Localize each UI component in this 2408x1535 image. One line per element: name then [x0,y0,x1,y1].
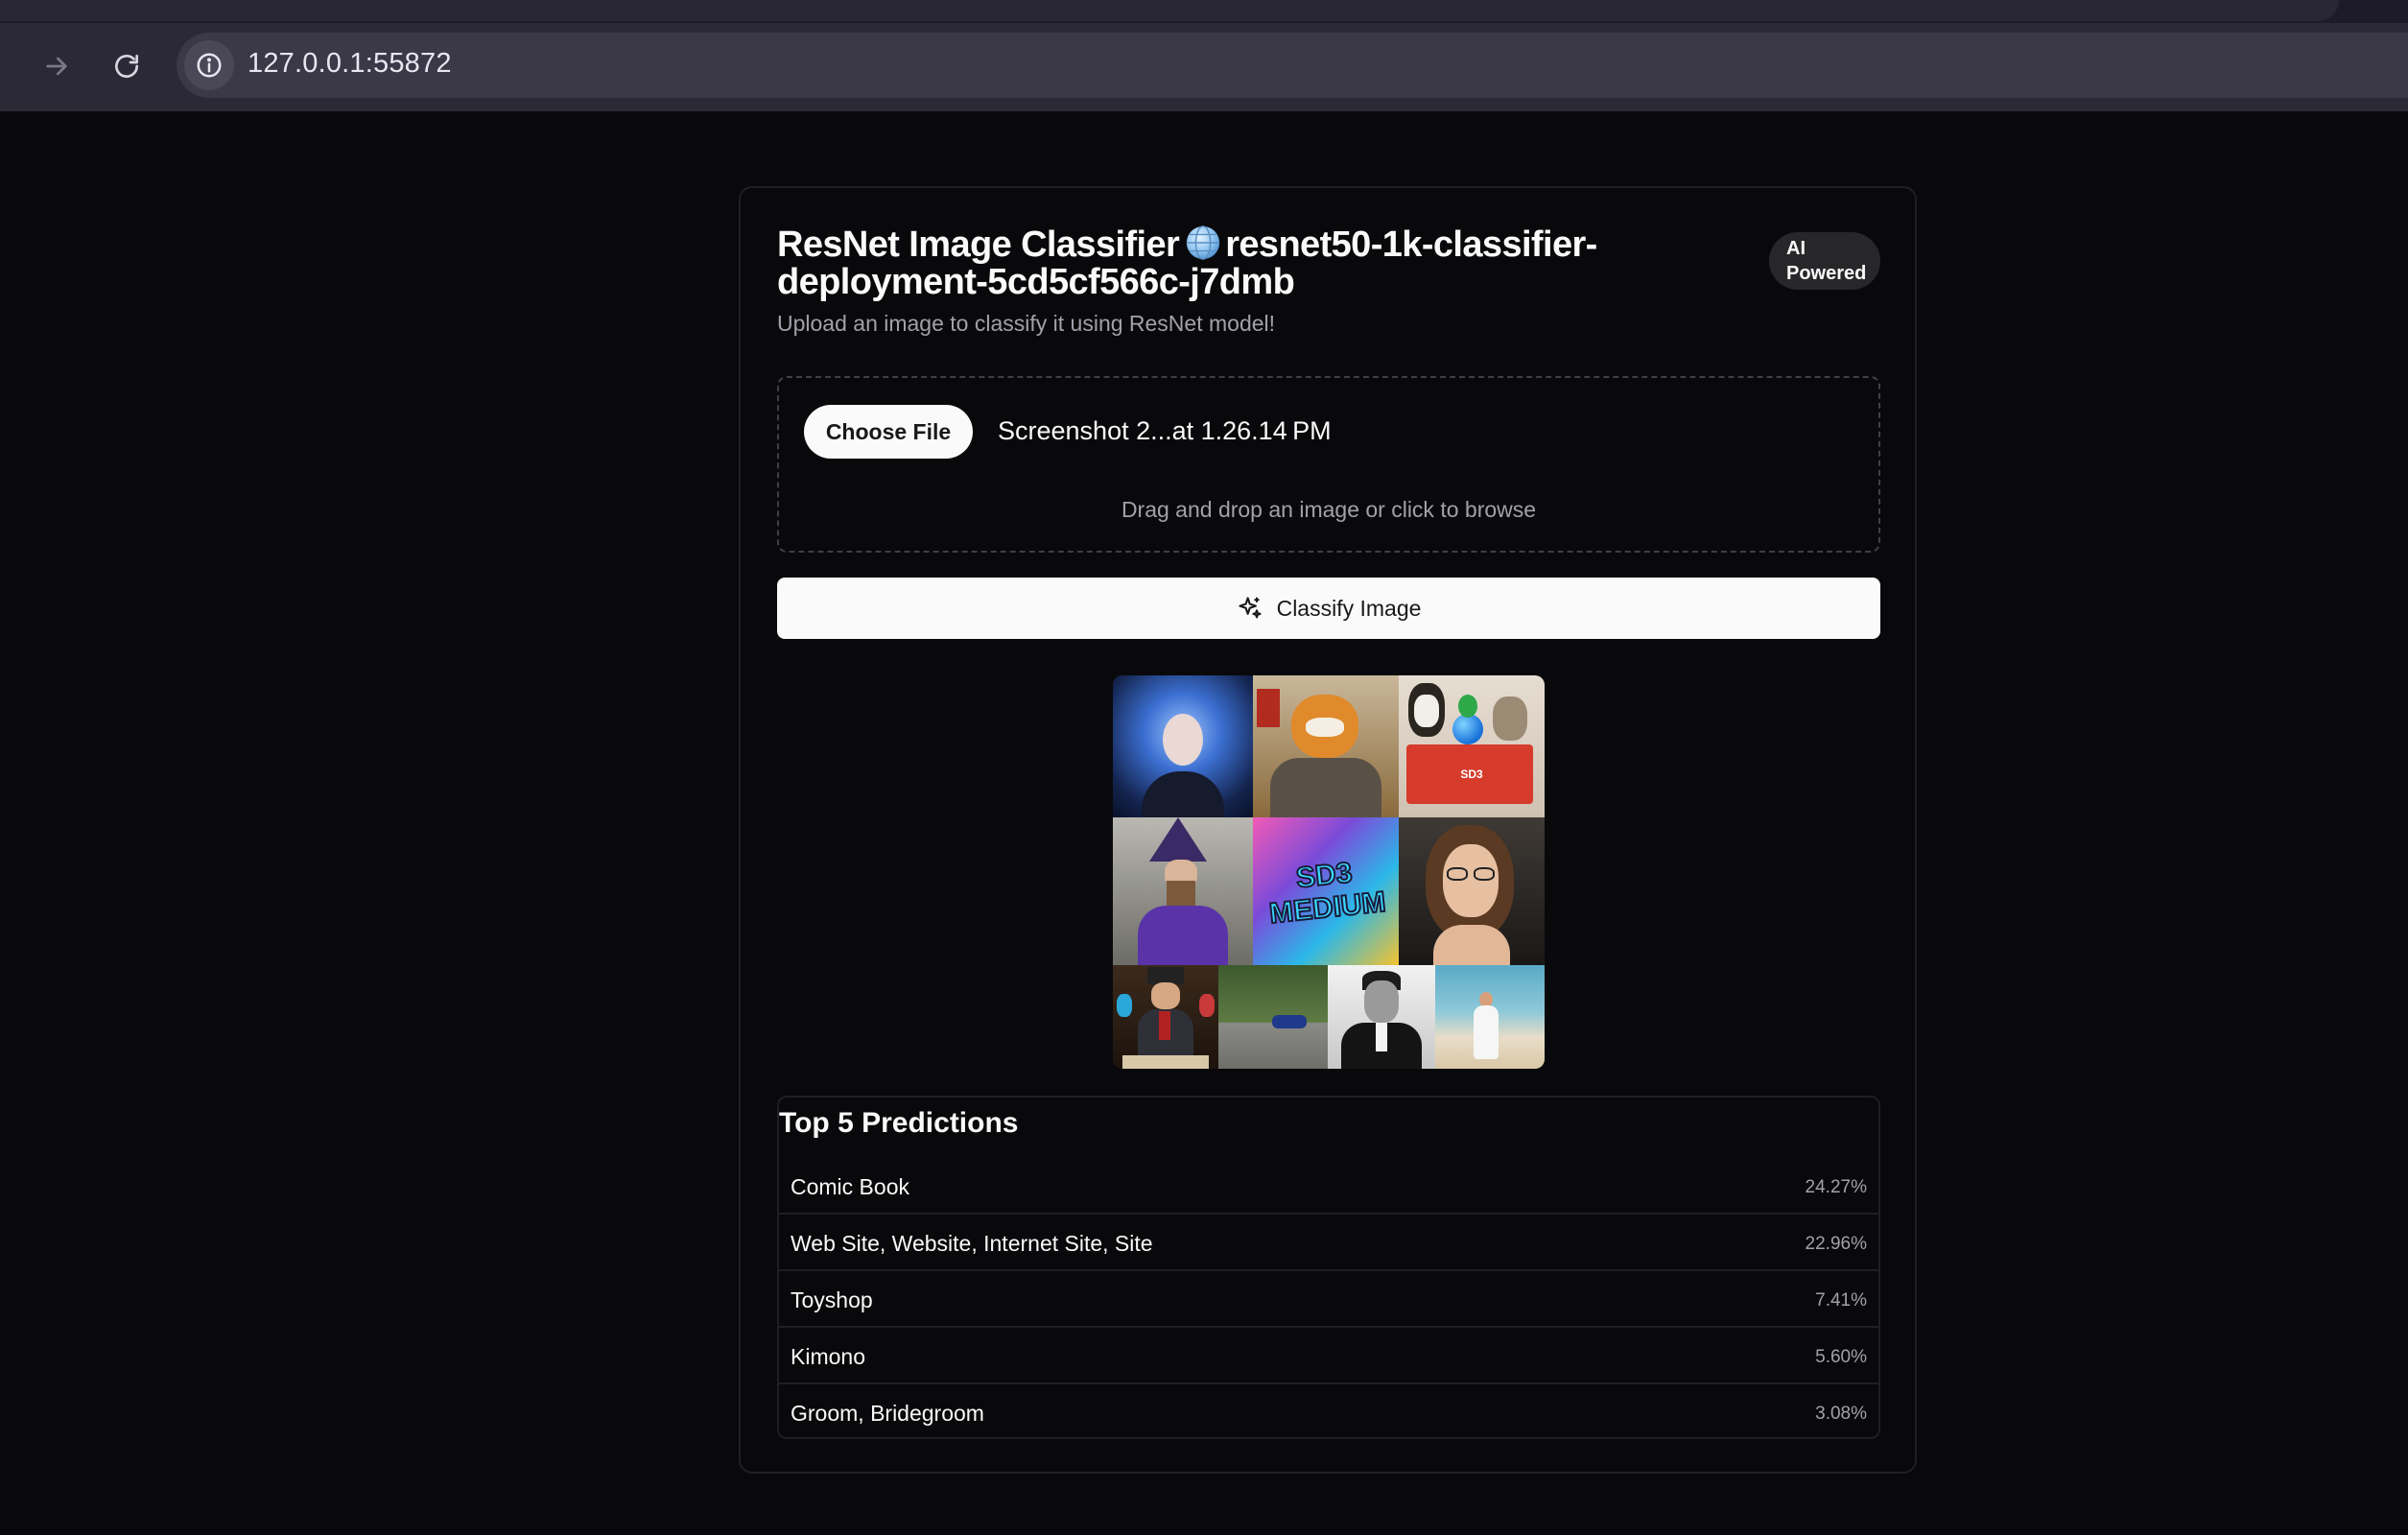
prediction-row: Comic Book 24.27% [779,1159,1878,1215]
preview-tile-wizard [1113,817,1253,965]
preview-tile-graffiti: SD3 MEDIUM [1253,817,1399,965]
choose-file-button[interactable]: Choose File [804,405,973,459]
preview-sd3-medium-text: SD3 MEDIUM [1267,856,1388,931]
preview-tile-tiger-warrior [1253,675,1399,817]
predictions-panel: Top 5 Predictions Comic Book 24.27% Web Si… [777,1096,1880,1439]
page-subtitle: Upload an image to classify it using Res… [777,311,1276,336]
reload-icon [115,55,138,78]
preview-tile-car-road [1218,965,1328,1069]
url-text[interactable]: 127.0.0.1:55872 [248,48,452,80]
prediction-row: Groom, Bridegroom 3.08% [779,1385,1878,1441]
preview-tile-animals-sd3: SD3 [1399,675,1545,817]
browser-tabstrip [0,0,2408,23]
arrow-right-icon [46,57,67,76]
upload-dropzone[interactable]: Choose File Screenshot 2...at 1.26.14 PM… [777,376,1880,553]
info-icon [197,53,222,78]
globe-icon [1187,225,1220,260]
ai-powered-badge: AI Powered [1769,232,1880,290]
page-title: ResNet Image Classifier resnet50-1k-clas… [777,224,1736,301]
site-info-button[interactable] [184,40,234,90]
prediction-score: 22.96% [1805,1234,1867,1254]
prediction-score: 24.27% [1805,1177,1867,1197]
prediction-row: Web Site, Website, Internet Site, Site 22… [779,1216,1878,1271]
classify-image-button[interactable]: Classify Image [777,578,1880,639]
classifier-card: ResNet Image Classifier resnet50-1k-clas… [739,186,1917,1474]
classify-button-label: Classify Image [1276,595,1422,621]
prediction-score: 3.08% [1815,1404,1867,1424]
selected-file-name: Screenshot 2...at 1.26.14 PM [998,416,1332,445]
uploaded-image-preview: SD3 SD3 MEDIUM [1113,675,1545,1069]
preview-tile-man-suit [1328,965,1435,1069]
preview-sd3-text: SD3 [1460,768,1483,781]
prediction-score: 7.41% [1815,1290,1867,1311]
browser-toolbar: 127.0.0.1:55872 [0,23,2408,111]
predictions-title: Top 5 Predictions [779,1107,1019,1139]
prediction-label: Groom, Bridegroom [791,1401,984,1426]
prediction-score: 5.60% [1815,1347,1867,1367]
preview-tile-woman-glasses [1399,817,1545,965]
prediction-row: Kimono 5.60% [779,1329,1878,1384]
preview-tile-blue-hair-woman [1113,675,1253,817]
address-bar[interactable]: 127.0.0.1:55872 [177,33,2408,98]
prediction-label: Web Site, Website, Internet Site, Site [791,1231,1153,1256]
forward-button[interactable] [33,42,81,90]
app-title: ResNet Image Classifier [777,224,1180,265]
prediction-label: Comic Book [791,1174,909,1199]
prediction-row: Toyshop 7.41% [779,1272,1878,1328]
preview-tile-beach [1435,965,1545,1069]
prediction-label: Kimono [791,1344,865,1369]
dropzone-hint: Drag and drop an image or click to brows… [1121,497,1537,522]
preview-tile-alchemist [1113,965,1218,1069]
reload-button[interactable] [103,42,151,90]
sparkles-icon [1239,597,1262,619]
prediction-label: Toyshop [791,1287,873,1312]
browser-active-tab[interactable] [0,0,2339,21]
